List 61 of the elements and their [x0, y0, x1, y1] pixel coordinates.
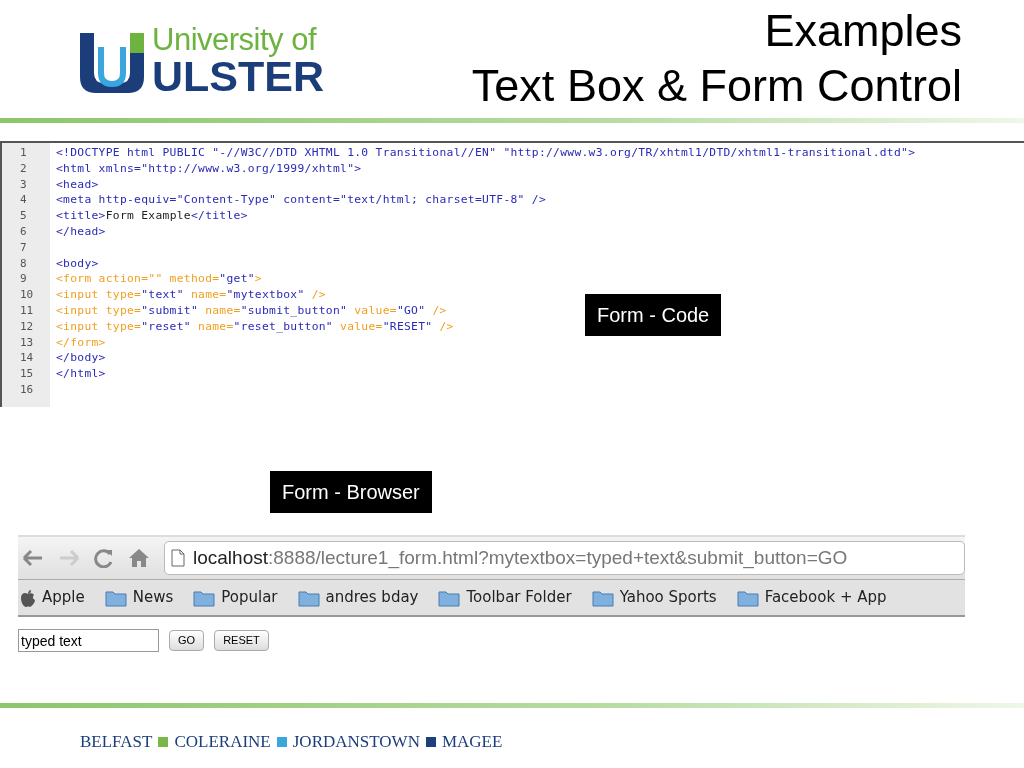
folder-icon: [104, 588, 127, 607]
code-line: </head>: [56, 224, 106, 240]
line-number: 6: [19, 224, 28, 240]
code-line: </body>: [56, 350, 106, 367]
folder-icon: [438, 588, 461, 607]
back-arrow-icon[interactable]: [22, 549, 44, 567]
folder-icon: [193, 588, 216, 607]
line-number: 12: [19, 318, 35, 335]
form-button[interactable]: RESET: [214, 630, 269, 651]
caption-label: Form - Browser: [270, 471, 432, 513]
slide-title: Text Box & Form Control: [471, 58, 962, 113]
address-bar[interactable]: localhost:8888/lecture1_form.html?mytextbox=typed+text&submit_button=GO: [164, 541, 965, 575]
line-number: 4: [19, 192, 28, 209]
code-line: <input type="reset" name="reset_button" value="RESET" />: [56, 318, 454, 335]
slide-title: Examples: [764, 4, 962, 58]
line-number: 3: [19, 176, 28, 193]
code-line: </html>: [56, 366, 106, 382]
code-line: <title>Form Example</title>: [56, 208, 248, 224]
line-number: 16: [19, 381, 35, 398]
reload-icon[interactable]: [94, 548, 114, 568]
bookmark[interactable]: Facebook + App: [736, 586, 887, 609]
line-number: 15: [19, 366, 35, 382]
form-button[interactable]: GO: [169, 630, 205, 651]
caption-label: Form - Code: [585, 294, 722, 336]
bookmark[interactable]: andres bday: [297, 586, 419, 609]
text-input-field[interactable]: typed text: [18, 629, 159, 652]
folder-icon: [297, 588, 320, 607]
code-line: <!DOCTYPE html PUBLIC "-//W3C//DTD XHTML 1.0 Transitional//EN" "http://www.w3.org/TR/xhtml1/DTD/xhtml1-transitional.dtd">: [56, 145, 916, 161]
bookmark[interactable]: Toolbar Folder: [438, 586, 572, 609]
line-number: 8: [19, 255, 28, 272]
code-line: <html xmlns="http://www.w3.org/1999/xhtml">: [56, 160, 362, 177]
line-number: 2: [19, 160, 28, 177]
campus-name: BELFAST: [80, 731, 153, 753]
line-number: 9: [19, 271, 28, 288]
line-number: 11: [19, 302, 35, 319]
code-line: <meta http-equiv="Content-Type" content="text/html; charset=UTF-8" />: [56, 192, 546, 209]
code-line: <head>: [56, 176, 99, 193]
apple-icon: [20, 588, 36, 607]
campus-name: MAGEE: [441, 731, 503, 753]
code-line: <input type="text" name="mytextbox" />: [56, 287, 326, 303]
line-number: 10: [19, 287, 35, 303]
bookmark[interactable]: Yahoo Sports: [591, 586, 717, 609]
code-line: <form action="" method="get">: [56, 271, 262, 288]
line-number: 5: [19, 208, 28, 224]
campus-name: JORDANSTOWN: [292, 731, 420, 753]
page-icon: [171, 549, 185, 567]
code-line: <input type="submit" name="submit_button" value="GO" />: [56, 302, 447, 319]
line-number: 7: [19, 239, 28, 256]
line-number: 13: [19, 334, 35, 351]
home-icon[interactable]: [128, 548, 150, 568]
code-line: <body>: [56, 255, 99, 272]
line-number: 14: [19, 350, 35, 367]
line-number: 1: [19, 145, 28, 161]
code-line: </form>: [56, 334, 106, 351]
bookmark[interactable]: Apple: [20, 586, 85, 609]
logo-text: University of: [152, 24, 318, 55]
campus-name: COLERAINE: [174, 731, 271, 753]
bookmark[interactable]: News: [104, 586, 174, 609]
folder-icon: [591, 588, 614, 607]
bookmark[interactable]: Popular: [193, 586, 278, 609]
folder-icon: [736, 588, 759, 607]
